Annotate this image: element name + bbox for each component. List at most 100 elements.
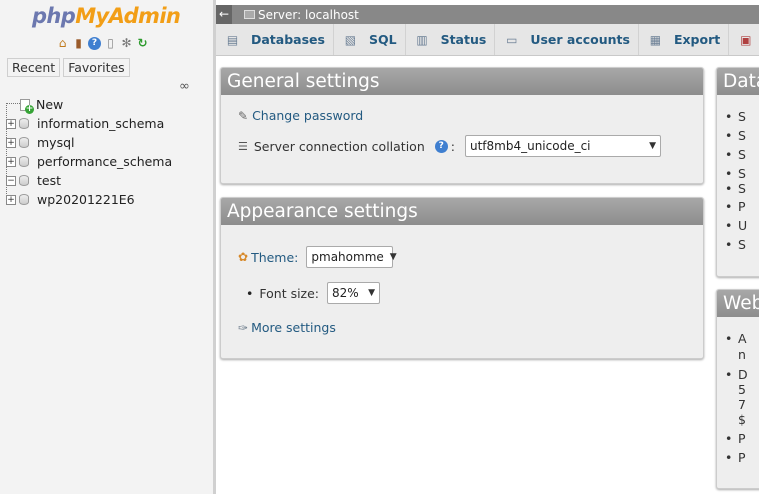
database-server-panel: Data S S S S S P U S xyxy=(716,67,759,277)
theme-link[interactable]: Theme: xyxy=(251,250,298,265)
tab-status[interactable]: ▥ Status xyxy=(406,24,496,55)
database-icon xyxy=(19,156,29,167)
tree-item-label: mysql xyxy=(37,135,75,150)
recent-tab[interactable]: Recent xyxy=(7,58,61,77)
tab-sql[interactable]: ▧ SQL xyxy=(334,24,406,55)
nav-resizer[interactable] xyxy=(213,0,216,494)
collation-icon: ☰ xyxy=(238,139,248,153)
expand-icon[interactable]: + xyxy=(6,194,16,205)
server-icon xyxy=(244,10,255,19)
tab-label: Status xyxy=(440,32,487,47)
database-icon xyxy=(19,137,29,148)
list-item: U xyxy=(725,218,747,237)
font-size-selected-value: 82% xyxy=(332,286,359,300)
navigation-panel: phpMyAdmin ⌂ ▮ ? ▯ ✻ ↻ Recent Favorites … xyxy=(0,0,213,494)
collation-selected-value: utf8mb4_unicode_ci xyxy=(469,139,591,153)
database-server-list: S S S S S P U S xyxy=(725,109,747,256)
list-item: $ xyxy=(738,412,746,427)
tab-label: User accounts xyxy=(530,32,630,47)
list-item: A xyxy=(725,331,748,347)
list-item: D xyxy=(725,367,748,382)
list-item: P xyxy=(725,431,748,450)
home-icon[interactable]: ⌂ xyxy=(56,37,69,50)
list-item: S xyxy=(725,128,747,147)
more-settings-row: ✑ More settings xyxy=(238,320,336,335)
favorites-tab[interactable]: Favorites xyxy=(63,58,130,77)
logo-myadmin-text: MyAdmin xyxy=(75,4,181,28)
list-item: S xyxy=(725,181,747,199)
collation-help-icon[interactable]: ? xyxy=(434,139,448,153)
theme-select[interactable]: pmahomme ▼ xyxy=(306,246,397,268)
list-item: P xyxy=(725,450,748,469)
tree-item-new[interactable]: New xyxy=(6,95,63,114)
font-size-select[interactable]: 82% ▼ xyxy=(327,282,381,304)
collation-label: Server connection collation xyxy=(253,138,425,154)
export-icon: ▦ xyxy=(649,32,662,47)
server-breadcrumb[interactable]: Server: localhost xyxy=(258,8,359,22)
theme-selected-value: pmahomme xyxy=(311,250,384,264)
phpmyadmin-logo[interactable]: phpMyAdmin xyxy=(32,3,181,29)
logo-php-text: php xyxy=(32,4,76,28)
web-server-panel: Web A n D 5 7 $ P P xyxy=(716,289,759,489)
web-server-list: A n D 5 7 $ P P xyxy=(725,331,748,469)
list-item: S xyxy=(725,237,747,256)
appearance-settings-panel: Appearance settings ✿ Theme: pmahomme ▼ … xyxy=(220,197,704,359)
change-password-link[interactable]: Change password xyxy=(252,108,363,123)
exit-icon[interactable]: ▮ xyxy=(72,37,85,50)
wrench-icon: ✑ xyxy=(238,320,249,335)
list-item: S xyxy=(725,166,747,181)
nav-icon-bar: ⌂ ▮ ? ▯ ✻ ↻ xyxy=(56,37,149,50)
expand-icon[interactable]: + xyxy=(6,156,16,167)
appearance-settings-title: Appearance settings xyxy=(221,198,703,225)
list-item: S xyxy=(725,109,747,128)
status-icon: ▥ xyxy=(416,32,428,47)
tab-label: Export xyxy=(673,32,721,47)
tab-user-accounts[interactable]: ▭ User accounts xyxy=(495,24,639,55)
tree-item-test[interactable]: − test xyxy=(6,171,61,190)
docs-icon[interactable]: ▯ xyxy=(104,37,117,50)
link-with-main-panel-icon[interactable]: ∞ xyxy=(179,79,190,94)
tree-item-wp20201221e6[interactable]: + wp20201221E6 xyxy=(6,190,135,209)
list-item: S xyxy=(725,147,747,166)
tree-item-label: New xyxy=(36,97,64,112)
web-server-title: Web xyxy=(717,290,759,317)
collation-colon: : xyxy=(450,138,455,154)
top-menu: ▤ Databases ▧ SQL ▥ Status ▭ User accoun… xyxy=(216,24,759,56)
new-database-icon xyxy=(20,98,34,114)
help-icon[interactable]: ? xyxy=(88,37,101,50)
tree-item-label: performance_schema xyxy=(37,154,173,169)
general-settings-panel: General settings ✎ Change password ☰ Ser… xyxy=(220,67,704,184)
chevron-down-icon: ▼ xyxy=(368,288,376,298)
tab-import[interactable]: ▣ Im xyxy=(729,24,759,55)
tree-item-label: information_schema xyxy=(37,116,165,131)
bullet: • xyxy=(246,285,254,301)
tab-databases[interactable]: ▤ Databases xyxy=(216,24,334,55)
tree-item-mysql[interactable]: + mysql xyxy=(6,133,75,152)
sql-icon: ▧ xyxy=(344,32,357,47)
databases-icon: ▤ xyxy=(226,32,239,47)
tree-item-information-schema[interactable]: + information_schema xyxy=(6,114,164,133)
list-item: 7 xyxy=(738,397,746,412)
change-password-icon: ✎ xyxy=(238,108,249,123)
database-icon xyxy=(19,194,29,205)
more-settings-link[interactable]: More settings xyxy=(251,320,336,335)
collation-select[interactable]: utf8mb4_unicode_ci ▼ xyxy=(464,135,661,157)
tree-item-label: wp20201221E6 xyxy=(37,192,135,207)
tab-label: SQL xyxy=(368,32,397,47)
tab-export[interactable]: ▦ Export xyxy=(639,24,730,55)
tree-item-performance-schema[interactable]: + performance_schema xyxy=(6,152,172,171)
chevron-down-icon: ▼ xyxy=(389,252,397,262)
collapse-icon[interactable]: − xyxy=(6,175,16,186)
server-breadcrumb-bar: ← Server: localhost xyxy=(216,5,759,24)
settings-icon[interactable]: ✻ xyxy=(120,37,133,50)
tree-item-label: test xyxy=(37,173,62,188)
database-icon xyxy=(19,175,29,186)
expand-icon[interactable]: + xyxy=(6,137,16,148)
collapse-nav-arrow-icon[interactable]: ← xyxy=(216,5,232,24)
reload-icon[interactable]: ↻ xyxy=(136,37,149,50)
import-icon: ▣ xyxy=(740,32,752,47)
font-size-row: • Font size: 82% ▼ xyxy=(246,282,381,304)
font-size-label: Font size: xyxy=(259,285,320,301)
list-item: n xyxy=(738,347,746,362)
expand-icon[interactable]: + xyxy=(6,118,16,129)
